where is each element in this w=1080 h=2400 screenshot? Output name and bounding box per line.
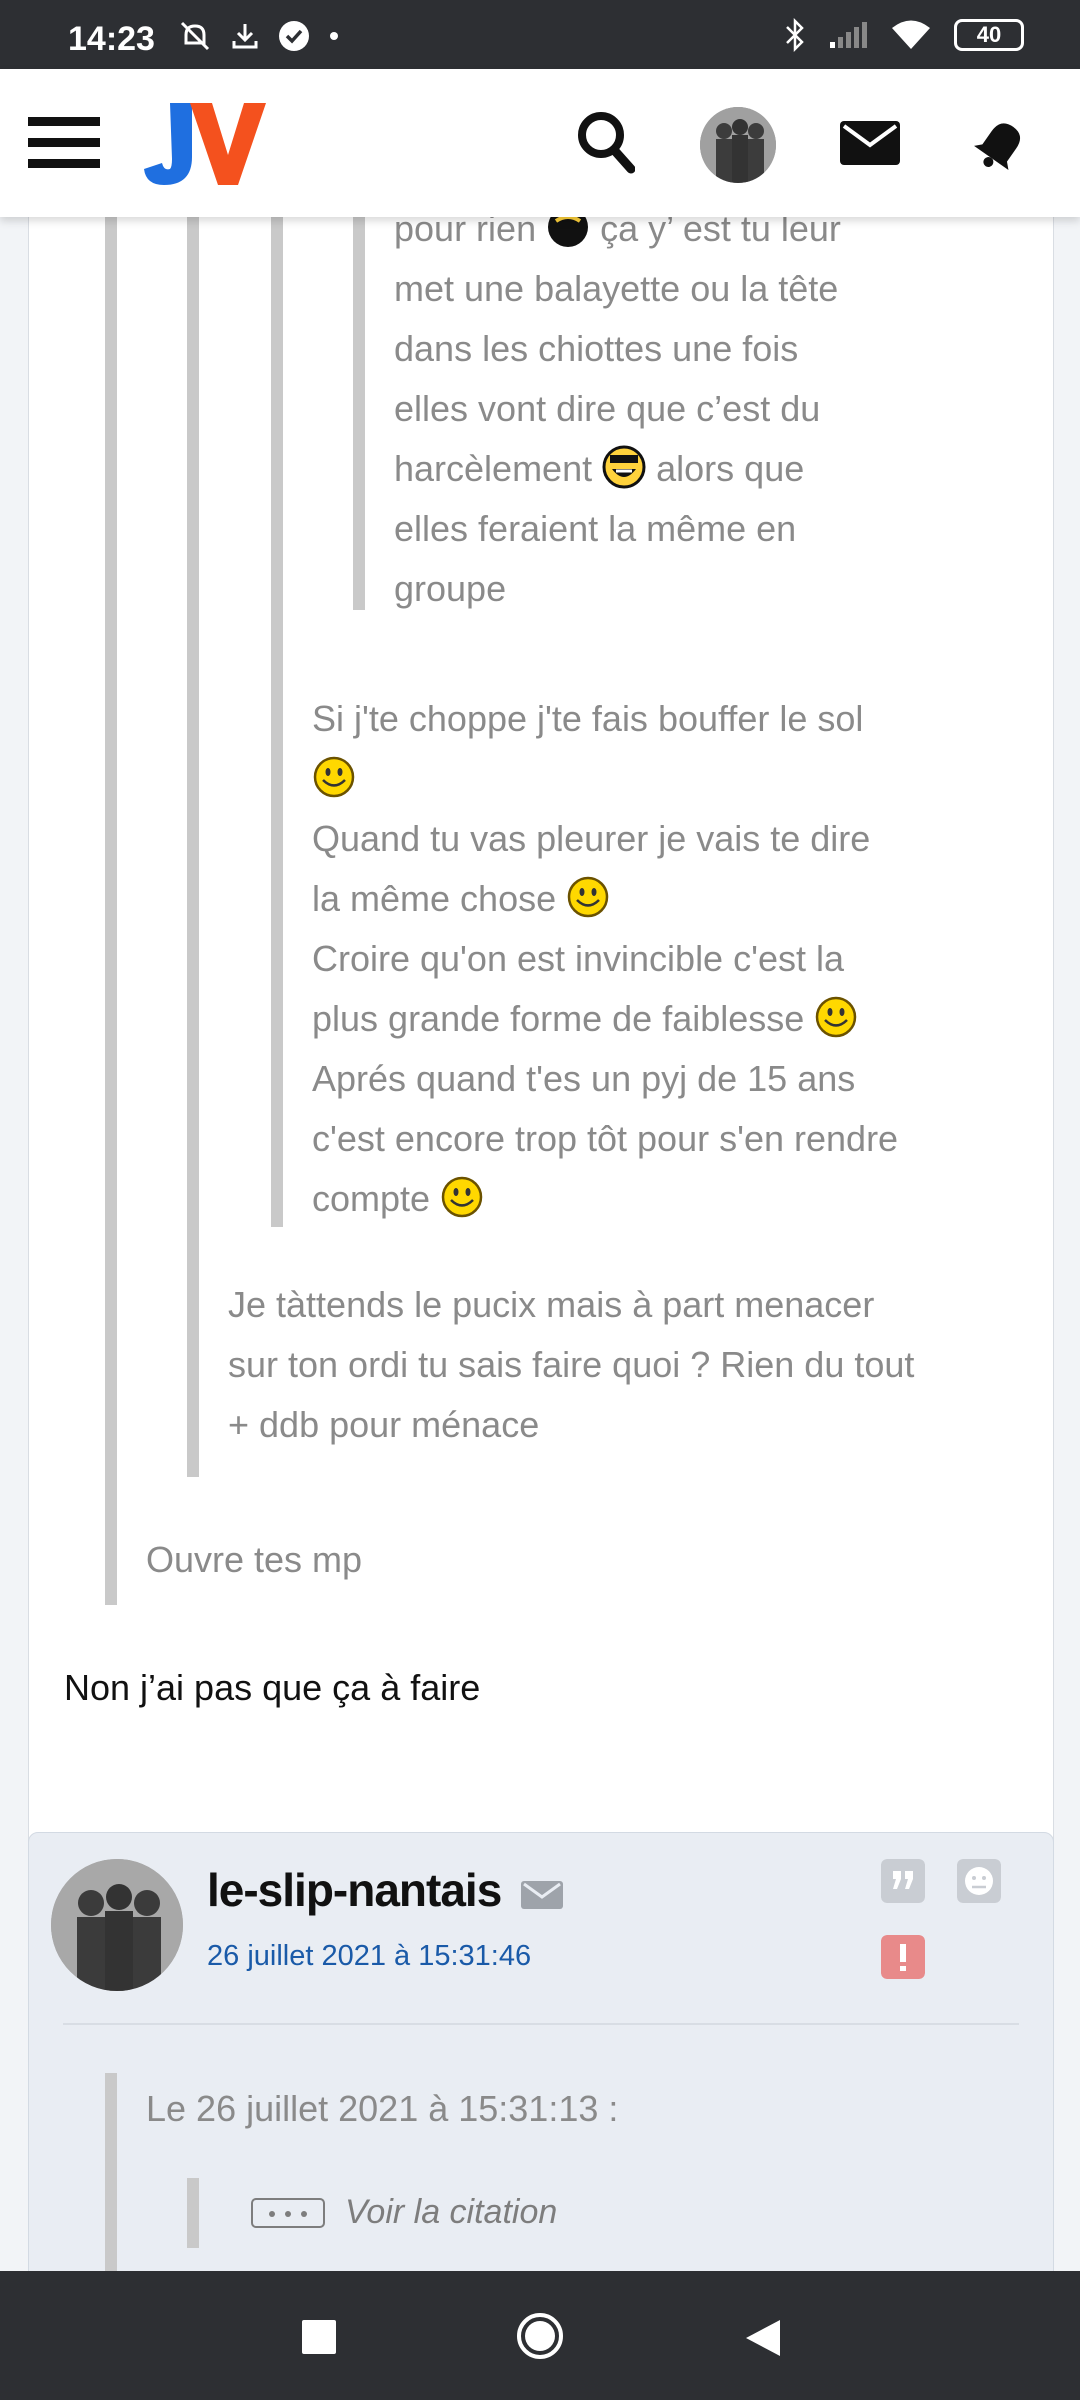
voir-citation-link[interactable]: Voir la citation xyxy=(345,2193,557,2232)
quote-level2: Je tàttends le pucix mais à part menacer… xyxy=(228,1275,1028,1455)
quote-line: Quand tu vas pleurer je vais te dire xyxy=(312,818,871,859)
check-circle-icon xyxy=(279,21,309,51)
quote-line: groupe xyxy=(394,568,507,609)
download-icon xyxy=(232,24,258,49)
status-time: 14:23 xyxy=(68,20,155,58)
wifi-icon xyxy=(892,20,930,49)
dark-smiley-icon xyxy=(548,217,589,248)
notifications-off-icon xyxy=(180,21,210,51)
back-icon[interactable] xyxy=(744,2318,782,2358)
author-name[interactable]: le-slip-nantais xyxy=(207,1863,502,1917)
quote-level4: pour rien ça y’ est tu leur met une bala… xyxy=(394,217,994,619)
quote-bar-level3 xyxy=(271,217,283,1227)
quote-icon[interactable] xyxy=(881,1859,925,1903)
quote-line: met une balayette ou la tête xyxy=(394,268,839,309)
quote-line: dans les chiottes une fois xyxy=(394,328,799,369)
quote-line: elles vont dire que c’est du xyxy=(394,388,821,429)
quote-line: Aprés quand t'es un pyj de 15 ans xyxy=(312,1058,856,1099)
quote-line: plus grande forme de faiblesse xyxy=(312,998,805,1039)
quote-bar-level1 xyxy=(105,217,117,1605)
quote-level1: Ouvre tes mp xyxy=(146,1530,1006,1590)
mail-icon[interactable] xyxy=(840,121,900,165)
quote-header: Le 26 juillet 2021 à 15:31:13 : xyxy=(146,2088,619,2129)
quote-line: compte xyxy=(312,1178,431,1219)
quote-line: elles feraient la même en xyxy=(394,508,797,549)
app-header xyxy=(0,69,1080,217)
status-bar: 14:23 40 xyxy=(0,0,1080,69)
quote-line: pour rien xyxy=(394,217,537,249)
battery-indicator: 40 xyxy=(954,19,1024,51)
user-avatar[interactable] xyxy=(700,107,776,183)
alert-icon[interactable] xyxy=(881,1935,925,1979)
post-message: Non j’ai pas que ça à faire xyxy=(64,1667,481,1708)
notification-icon[interactable] xyxy=(972,115,1030,173)
bluetooth-icon xyxy=(786,18,804,52)
quote-line: Si j'te choppe j'te fais bouffer le sol xyxy=(312,698,864,739)
signal-icon xyxy=(830,22,867,48)
mail-icon[interactable] xyxy=(521,1881,563,1909)
smiley-icon xyxy=(441,1177,483,1218)
quote-line: Croire qu'on est invincible c'est la xyxy=(312,938,845,979)
search-icon[interactable] xyxy=(575,109,635,175)
quote-line: harcèlement xyxy=(394,448,593,489)
quote-bar-level2 xyxy=(187,2178,199,2248)
smiley-icon xyxy=(816,997,857,1038)
smiley-icon xyxy=(313,757,355,798)
quote-bar-level4 xyxy=(353,217,365,610)
quote-bar-level1 xyxy=(105,2073,117,2271)
home-icon[interactable] xyxy=(515,2311,565,2361)
quote-line: alors que xyxy=(656,448,805,489)
blacklist-icon[interactable] xyxy=(957,1859,1001,1903)
expand-quote-button[interactable] xyxy=(251,2198,325,2228)
dot-icon xyxy=(330,32,338,40)
quote-line: sur ton ordi tu sais faire quoi ? Rien d… xyxy=(228,1344,915,1385)
post-card: le-slip-nantais 26 juillet 2021 à 15:31:… xyxy=(28,1832,1054,2271)
quote-line: la même chose xyxy=(312,878,557,919)
thread-content[interactable]: pour rien ça y’ est tu leur met une bala… xyxy=(0,217,1080,2271)
jv-logo[interactable] xyxy=(140,97,270,189)
quote-line: c'est encore trop tôt pour s'en rendre xyxy=(312,1118,899,1159)
quote-bar-level2 xyxy=(187,217,199,1477)
author-avatar[interactable] xyxy=(51,1859,183,1991)
post-date[interactable]: 26 juillet 2021 à 15:31:46 xyxy=(207,1940,531,1973)
quote-line: Ouvre tes mp xyxy=(146,1539,363,1580)
smiley-icon xyxy=(567,877,609,918)
quote-line: + ddb pour ménace xyxy=(228,1404,540,1445)
system-nav-bar xyxy=(0,2271,1080,2400)
status-icons-right: 40 xyxy=(784,18,1024,52)
laughing-smiley-icon xyxy=(602,445,646,489)
menu-icon[interactable] xyxy=(28,117,100,173)
quote-line: ça y’ est tu leur xyxy=(600,217,841,249)
recents-icon[interactable] xyxy=(302,2320,336,2354)
quote-level3: Si j'te choppe j'te fais bouffer le sol … xyxy=(312,689,1032,1229)
quote-line: Je tàttends le pucix mais à part menacer xyxy=(228,1284,875,1325)
post-card: pour rien ça y’ est tu leur met une bala… xyxy=(28,217,1054,2007)
post-divider xyxy=(63,2023,1019,2025)
status-icons-left xyxy=(178,20,340,52)
